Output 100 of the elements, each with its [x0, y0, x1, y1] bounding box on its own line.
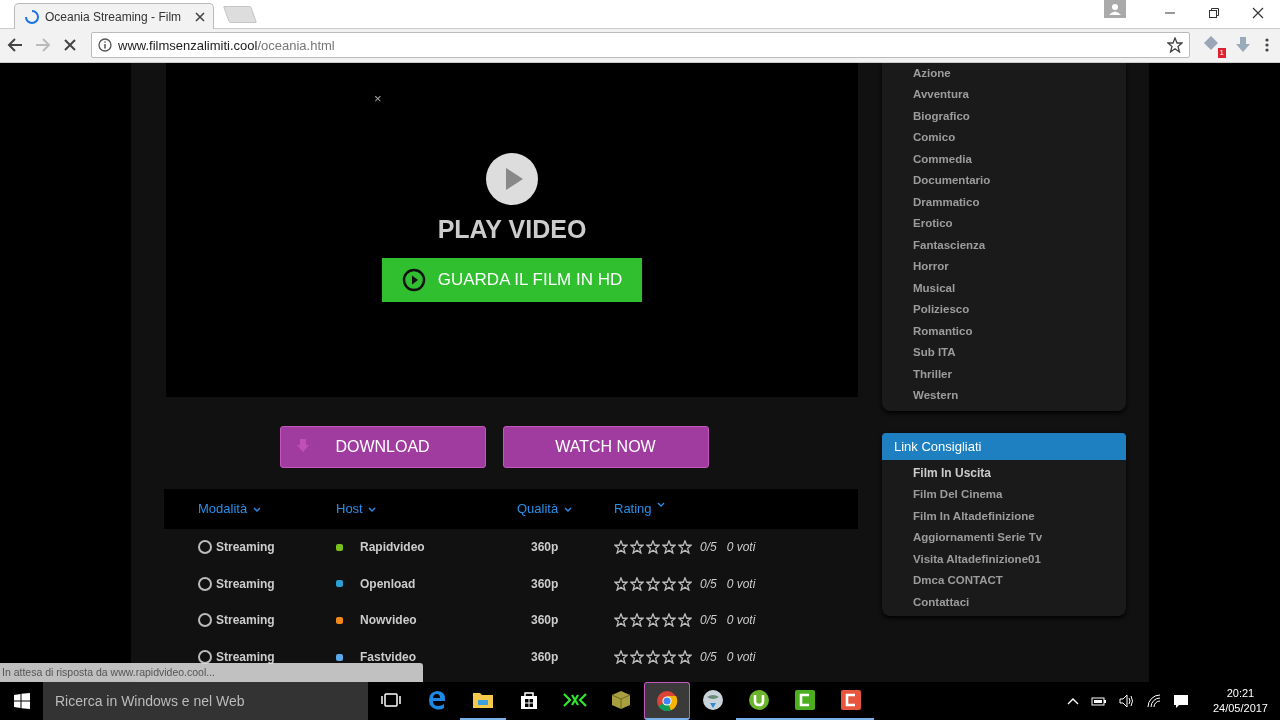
table-cell: Nowvideo: [360, 613, 417, 628]
table-cell: 360p: [531, 613, 559, 628]
vote-count: 0 voti: [726, 613, 756, 628]
rating-score: 0/5: [700, 576, 717, 591]
chevron-down-icon: [368, 507, 377, 513]
genre-link[interactable]: Documentario: [913, 170, 1126, 192]
back-arrow-icon[interactable]: [7, 37, 23, 54]
taskbar-app[interactable]: [644, 682, 690, 720]
genre-link[interactable]: Sub ITA: [913, 342, 1126, 364]
column-header[interactable]: Host: [336, 501, 517, 517]
close-ad-button[interactable]: ×: [374, 90, 382, 106]
vote-count: 0 voti: [726, 576, 756, 591]
letter-c-icon: [840, 689, 862, 711]
chevron-down-icon: [252, 507, 261, 513]
cross-icon: [563, 693, 587, 707]
task-view-icon: [381, 692, 401, 708]
column-header[interactable]: Qualità: [517, 501, 614, 517]
sidebar-link[interactable]: Contattaci: [882, 591, 1126, 614]
address-bar[interactable]: www.filmsenzalimiti.cool/oceania.html: [91, 32, 1190, 59]
table-cell: Fastvideo: [360, 650, 416, 665]
status-tooltip: In attesa di risposta da www.rapidvideo.cool...: [0, 663, 423, 682]
clock-time: 20:21: [1226, 686, 1255, 701]
table-cell: 360p: [531, 650, 559, 665]
star-rating[interactable]: [614, 613, 692, 628]
menu-icon[interactable]: [1264, 37, 1270, 54]
genre-link[interactable]: Fantascienza: [913, 234, 1126, 257]
close-icon[interactable]: [195, 11, 205, 22]
windows-logo-icon: [13, 693, 30, 709]
table-cell: Openload: [360, 576, 416, 591]
clock-date: 24/05/2017: [1212, 701, 1268, 716]
panel-title: Link Consigliati: [882, 432, 1126, 460]
search-field[interactable]: Ricerca in Windows e nel Web: [43, 682, 368, 720]
download-button[interactable]: DOWNLOAD: [279, 425, 486, 468]
chevron-down-icon: [657, 502, 666, 508]
genre-link[interactable]: Romantico: [913, 320, 1126, 343]
genre-link[interactable]: Comico: [913, 127, 1126, 149]
rating-score: 0/5: [700, 540, 717, 555]
volume-icon[interactable]: [1118, 694, 1135, 708]
tab-title: Oceania Streaming - Film: [45, 9, 183, 24]
star-icon[interactable]: [1167, 37, 1183, 54]
store-bag-icon: [519, 690, 539, 710]
genre-link[interactable]: Biografico: [913, 105, 1126, 128]
column-header[interactable]: Modalità: [198, 501, 336, 517]
star-rating[interactable]: [614, 540, 692, 555]
table-cell: 360p: [531, 576, 559, 591]
genre-link[interactable]: Western: [913, 385, 1126, 407]
video-player[interactable]: × PLAY VIDEO GUARDA IL FILM IN HD: [166, 62, 858, 397]
radio-button[interactable]: [198, 540, 212, 555]
table-cell: Streaming: [216, 576, 275, 591]
genre-link[interactable]: Thriller: [913, 363, 1126, 386]
genre-link[interactable]: Musical: [913, 277, 1126, 300]
radio-button[interactable]: [198, 613, 212, 628]
table-cell: Streaming: [216, 613, 275, 628]
rating-score: 0/5: [700, 650, 717, 665]
column-header[interactable]: Rating: [614, 501, 858, 517]
chevron-down-icon: [563, 507, 572, 513]
chevron-up-icon[interactable]: [1066, 697, 1079, 705]
torrent-icon: [748, 689, 770, 711]
sidebar-link[interactable]: Film In Uscita: [882, 462, 1126, 485]
play-video-label: PLAY VIDEO: [437, 214, 587, 244]
play-icon[interactable]: [485, 151, 539, 206]
genre-link[interactable]: Drammatico: [913, 191, 1126, 214]
genre-link[interactable]: Poliziesco: [913, 299, 1126, 321]
genre-link[interactable]: Commedia: [913, 148, 1126, 171]
play-circle-icon: [401, 267, 426, 292]
table-cell: Rapidvideo: [360, 540, 425, 555]
letter-c-icon: [794, 689, 816, 711]
close-icon[interactable]: [1252, 7, 1264, 19]
url-text: www.filmsenzalimiti.cool/oceania.html: [118, 37, 336, 53]
sidebar-link[interactable]: Film Del Cinema: [882, 484, 1126, 506]
sidebar-link[interactable]: Dmca CONTACT: [882, 570, 1126, 592]
stop-icon[interactable]: [63, 38, 77, 53]
download-arrow-icon: [296, 438, 309, 453]
star-rating[interactable]: [614, 576, 692, 591]
info-icon: [98, 38, 112, 53]
star-rating[interactable]: [614, 650, 692, 665]
genre-link[interactable]: Avventura: [913, 84, 1126, 106]
radio-button[interactable]: [198, 576, 212, 591]
sidebar-link[interactable]: Film In Altadefinizione: [882, 505, 1126, 528]
sidebar-link[interactable]: Aggiornamenti Serie Tv: [882, 527, 1126, 549]
genre-link[interactable]: Erotico: [913, 213, 1126, 235]
edge-browser-icon: [427, 690, 447, 710]
watch-now-button[interactable]: WATCH NOW: [502, 425, 709, 468]
chrome-icon: [656, 689, 678, 712]
table-cell: Streaming: [216, 650, 275, 665]
restore-icon[interactable]: [1208, 7, 1220, 19]
browser-tab[interactable]: Oceania Streaming - Film: [14, 3, 214, 29]
genre-link[interactable]: Azione: [913, 62, 1126, 85]
wifi-icon[interactable]: [1146, 694, 1161, 708]
battery-icon[interactable]: [1090, 695, 1107, 707]
notification-icon[interactable]: [1172, 693, 1189, 709]
cube-icon: [611, 690, 631, 710]
sidebar-link[interactable]: Visita Altadefinizione01: [882, 548, 1126, 571]
rating-score: 0/5: [700, 613, 717, 628]
vote-count: 0 voti: [726, 540, 756, 555]
table-cell: 360p: [531, 540, 559, 555]
vote-count: 0 voti: [726, 650, 756, 665]
table-cell: Streaming: [216, 540, 275, 555]
genre-link[interactable]: Horror: [913, 256, 1126, 278]
notification-badge: 1: [1217, 48, 1226, 59]
